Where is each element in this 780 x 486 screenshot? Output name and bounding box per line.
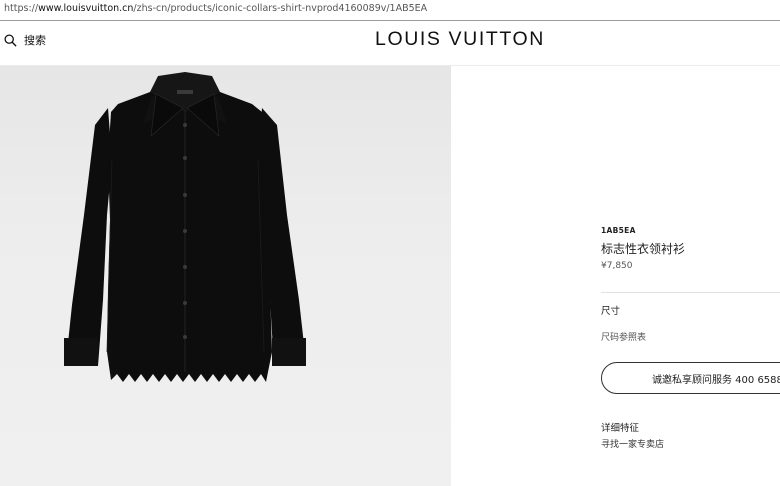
brand-logo[interactable]: LOUIS VUITTON xyxy=(375,28,545,51)
product-info-panel: 1AB5EA 标志性衣领衬衫 ¥7,850 尺寸 尺码参照表 诚邀私享顾问服务 … xyxy=(451,66,780,486)
address-bar[interactable]: https://www.louisvuitton.cn/zhs-cn/produ… xyxy=(0,0,780,21)
search-button[interactable]: 搜索 xyxy=(4,30,46,50)
product-details-link[interactable]: 详细特征 xyxy=(601,420,639,434)
product-name: 标志性衣领衬衫 xyxy=(601,242,686,256)
contact-advisor-button[interactable]: 诚邀私享顾问服务 400 6588 55 xyxy=(601,362,780,394)
url-text: https://www.louisvuitton.cn/zhs-cn/produ… xyxy=(4,3,428,14)
search-icon xyxy=(4,33,17,47)
find-store-link[interactable]: 寻找一家专卖店 xyxy=(601,437,664,450)
contact-advisor-label: 诚邀私享顾问服务 400 6588 55 xyxy=(652,375,780,386)
product-sku: 1AB5EA xyxy=(601,226,636,235)
size-chart-link[interactable]: 尺码参照表 xyxy=(601,330,646,343)
divider xyxy=(601,292,780,293)
product-price: ¥7,850 xyxy=(601,261,633,271)
shirt-image xyxy=(64,72,306,382)
site-header: 搜索 LOUIS VUITTON xyxy=(0,21,780,66)
search-label: 搜索 xyxy=(24,34,46,47)
product-image[interactable] xyxy=(0,66,451,486)
size-label: 尺寸 xyxy=(601,306,621,317)
